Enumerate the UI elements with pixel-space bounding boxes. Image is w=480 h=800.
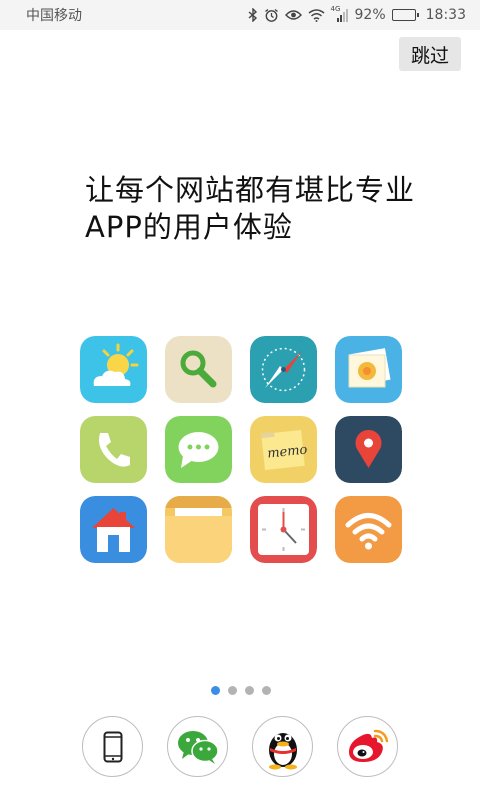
eye-icon [284,7,302,23]
weibo-icon [348,729,388,762]
battery-icon [391,9,419,21]
wifi-icon [308,7,325,23]
folder-icon [165,496,232,563]
location-icon [335,416,402,483]
compass-icon [250,336,317,403]
alarm-icon [264,7,279,23]
status-bar: 中国移动 4G 92% 18:33 [0,0,480,30]
status-icons: 4G 92% 18:33 [248,5,466,23]
wechat-login-button[interactable] [167,716,228,777]
page-dot[interactable] [245,686,254,695]
signal-icon: 4G [330,5,349,23]
headline: 让每个网站都有堪比专业APP的用户体验 [85,173,416,244]
home-icon [80,496,147,563]
qq-penguin-icon [268,732,297,769]
page-dot-active[interactable] [211,686,220,695]
page-dot[interactable] [228,686,237,695]
network-type: 4G [330,5,341,13]
search-icon [165,336,232,403]
weibo-login-button[interactable] [337,716,398,777]
bluetooth-icon [248,7,258,23]
wechat-icon [177,730,219,764]
weather-icon [80,336,147,403]
message-icon [165,416,232,483]
mobile-phone-icon [103,731,122,762]
qq-login-button[interactable] [252,716,313,777]
page-indicator [211,686,271,695]
login-options [82,716,398,777]
app-icon-grid: memo [80,336,404,563]
skip-button[interactable]: 跳过 [399,37,461,71]
carrier-name: 中国移动 [26,8,82,24]
gallery-icon [335,336,402,403]
memo-icon: memo [250,416,317,483]
wifi-icon [335,496,402,563]
phone-icon [80,416,147,483]
battery-percent: 92% [354,7,386,23]
page-dot[interactable] [262,686,271,695]
clock-time: 18:33 [425,7,466,23]
clock-icon [250,496,317,563]
phone-login-button[interactable] [82,716,143,777]
